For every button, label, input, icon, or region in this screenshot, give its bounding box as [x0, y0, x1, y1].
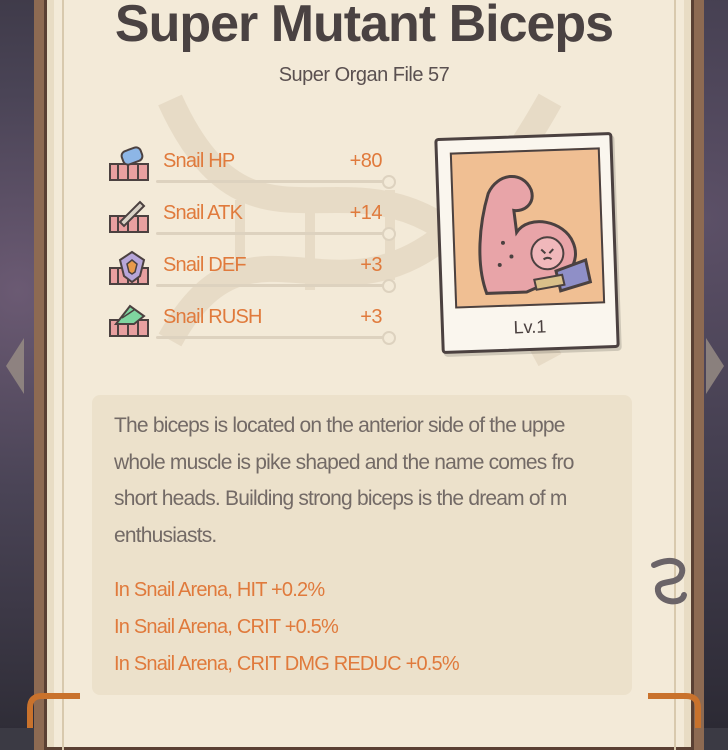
next-arrow-icon[interactable]: [706, 338, 724, 394]
stat-divider: [156, 232, 390, 235]
stat-divider: [156, 284, 390, 287]
arena-effects-list: In Snail Arena, HIT +0.2% In Snail Arena…: [114, 572, 634, 683]
stat-value: +14: [349, 202, 383, 224]
shield-icon: [109, 250, 149, 285]
arena-effect: In Snail Arena, CRIT +0.5%: [114, 616, 339, 638]
organ-level: Lv.1: [513, 316, 547, 338]
stat-row-hp: Snail HP +80: [108, 144, 398, 189]
description-text[interactable]: The biceps is located on the anterior si…: [114, 408, 632, 558]
description-line: The biceps is located on the anterior si…: [114, 414, 565, 437]
stat-value: +3: [360, 306, 382, 328]
arena-effect: In Snail Arena, CRIT DMG REDUC +0.5%: [114, 653, 460, 675]
stat-divider-dot: [382, 279, 396, 293]
stat-value: +3: [360, 254, 382, 276]
description-line: enthusiasts.: [114, 523, 217, 547]
arena-effect: In Snail Arena, HIT +0.2%: [114, 579, 325, 601]
stat-divider-dot: [382, 175, 396, 189]
stat-divider: [156, 336, 390, 339]
stat-row-atk: Snail ATK +14: [108, 196, 398, 241]
stat-name: Snail ATK: [163, 202, 243, 224]
stat-divider: [156, 180, 390, 183]
corner-ornament-left-icon: [27, 693, 80, 728]
flexed-bicep-icon: [478, 174, 593, 295]
stat-row-def: Snail DEF +3: [108, 248, 398, 293]
card-subtitle: Super Organ File 57: [278, 64, 450, 86]
organ-photo-card[interactable]: Lv.1: [434, 131, 620, 355]
stat-row-rush: Snail RUSH +3: [108, 300, 398, 345]
sword-icon: [109, 200, 149, 233]
card-title: Super Mutant Biceps: [114, 0, 614, 53]
stat-name: Snail HP: [163, 150, 235, 172]
stat-divider-dot: [382, 331, 396, 345]
stat-name: Snail RUSH: [163, 306, 263, 328]
stat-value: +80: [349, 150, 383, 172]
stat-divider-dot: [382, 227, 396, 241]
description-line: whole muscle is pike shaped and the name…: [114, 450, 574, 474]
stat-name: Snail DEF: [163, 254, 247, 276]
organ-image: [449, 147, 606, 309]
prev-arrow-icon[interactable]: [6, 338, 24, 394]
hp-icon: [109, 146, 149, 181]
paperclip-icon: [651, 557, 687, 605]
corner-ornament-right-icon: [648, 693, 701, 728]
description-line: short heads. Building strong biceps is t…: [114, 487, 567, 510]
rush-icon: [109, 304, 149, 337]
